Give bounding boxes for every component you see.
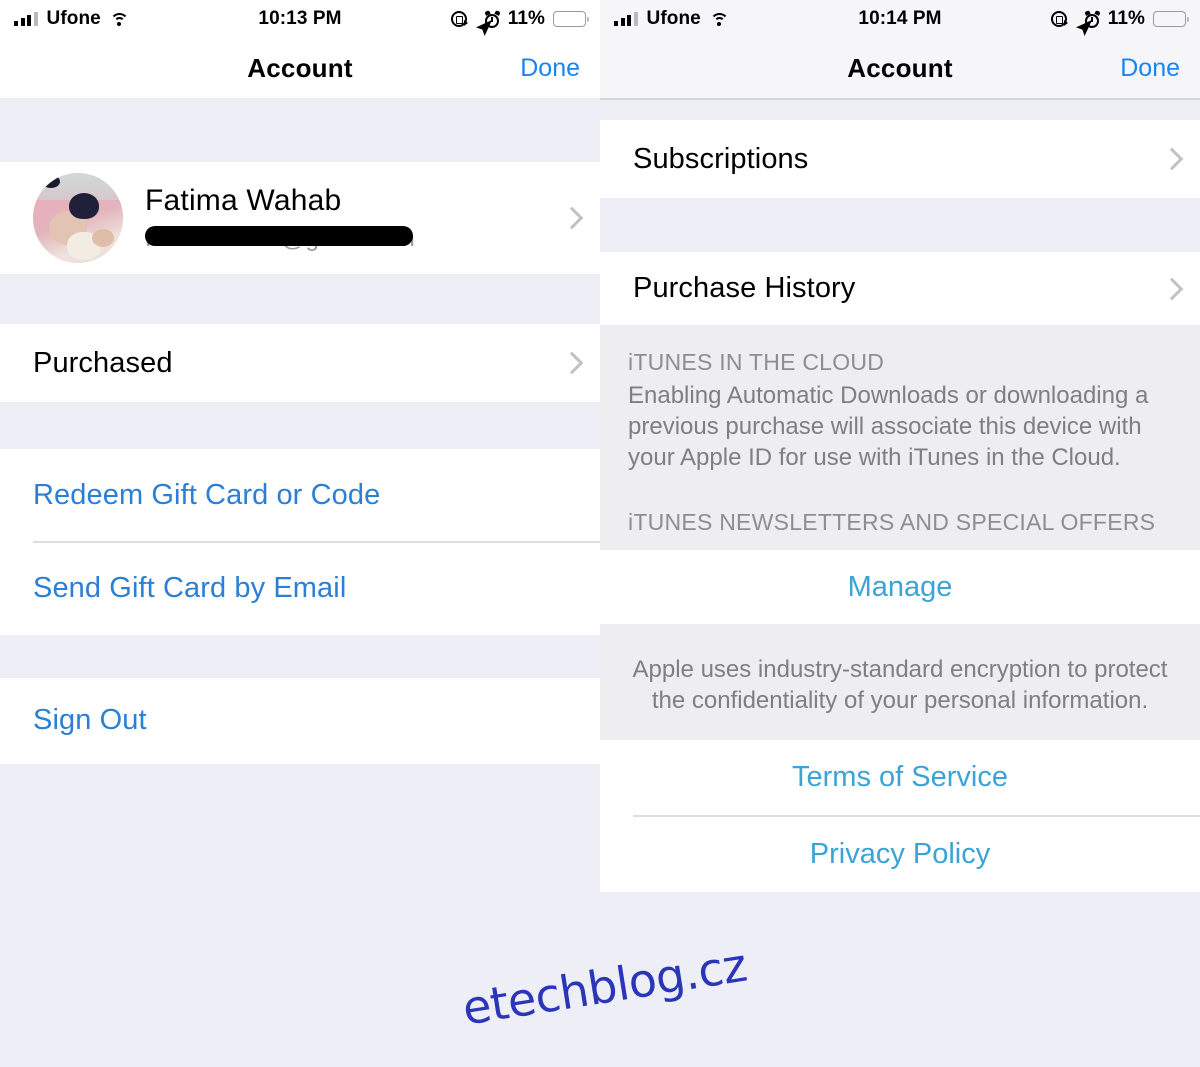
gift-card-group: Redeem Gift Card or Code Send Gift Card … <box>0 449 600 635</box>
account-row[interactable]: Fatima Wahab fatimawahab@gmail.com <box>0 162 600 274</box>
email-redaction-bar <box>145 226 413 246</box>
chevron-right-icon <box>1160 147 1184 171</box>
done-button[interactable]: Done <box>1120 54 1180 83</box>
page-title: Account <box>847 52 953 83</box>
row-label: Purchase History <box>633 272 856 304</box>
account-text: Fatima Wahab fatimawahab@gmail.com <box>145 184 415 252</box>
battery-icon <box>1153 11 1190 27</box>
page-title: Account <box>247 52 353 83</box>
row-label: Redeem Gift Card or Code <box>33 478 381 511</box>
status-bar-right: Ufone 10:14 PM 11% <box>600 0 1200 38</box>
itunes-cloud-section: iTUNES IN THE CLOUD Enabling Automatic D… <box>600 325 1200 479</box>
row-sign-out[interactable]: Sign Out <box>0 678 600 764</box>
rotation-lock-icon <box>450 11 468 27</box>
row-label: Send Gift Card by Email <box>33 572 347 605</box>
chevron-right-icon <box>560 351 584 375</box>
spacer-after-account <box>0 274 600 324</box>
row-manage[interactable]: Manage <box>600 550 1200 624</box>
battery-icon <box>553 11 590 27</box>
wifi-icon <box>109 12 129 26</box>
spacer-after-gift-cards <box>0 634 600 678</box>
itunes-newsletters-section: iTUNES NEWSLETTERS AND SPECIAL OFFERS <box>600 479 1200 550</box>
carrier-label: Ufone <box>646 8 701 29</box>
signal-bars-icon <box>614 12 638 26</box>
terms-of-service-label: Terms of Service <box>792 761 1008 793</box>
nav-bar-right: Account Done <box>600 38 1200 98</box>
row-privacy-policy[interactable]: Privacy Policy <box>600 816 1200 892</box>
battery-percent-label: 11% <box>1107 8 1145 29</box>
row-label: Subscriptions <box>633 142 809 175</box>
account-email-wrap: fatimawahab@gmail.com <box>145 224 415 252</box>
alarm-clock-icon <box>484 9 501 28</box>
purchased-group: Purchased <box>0 324 600 402</box>
section-header-cloud: iTUNES IN THE CLOUD <box>628 349 885 375</box>
manage-label: Manage <box>847 570 953 603</box>
subscriptions-group: Subscriptions <box>600 120 1200 198</box>
section-body-cloud: Enabling Automatic Downloads or download… <box>628 382 1149 471</box>
row-label: Sign Out <box>33 704 147 737</box>
row-terms-of-service[interactable]: Terms of Service <box>600 740 1200 815</box>
account-group: Fatima Wahab fatimawahab@gmail.com <box>0 162 600 274</box>
status-bar-right-group: 11% <box>450 8 590 36</box>
section-header-newsletters: iTUNES NEWSLETTERS AND SPECIAL OFFERS <box>628 509 1156 535</box>
status-bar-left-group: Ufone <box>14 8 129 30</box>
row-purchase-history[interactable]: Purchase History <box>600 252 1200 325</box>
spacer-between-rows <box>600 198 1200 252</box>
row-redeem-gift-card[interactable]: Redeem Gift Card or Code <box>0 449 600 541</box>
row-label: Purchased <box>33 346 173 379</box>
row-subscriptions[interactable]: Subscriptions <box>600 120 1200 198</box>
spacer-top <box>600 100 1200 120</box>
status-bar-right-group: 11% <box>1050 8 1190 36</box>
privacy-policy-label: Privacy Policy <box>809 837 991 870</box>
done-button[interactable]: Done <box>520 54 580 83</box>
left-phone-screen: Ufone 10:13 PM 11% Account Done Fatima W… <box>0 0 600 1067</box>
status-bar-left: Ufone 10:13 PM 11% <box>0 0 600 38</box>
legal-links-group: Terms of Service Privacy Policy <box>600 740 1200 892</box>
carrier-label: Ufone <box>46 8 101 29</box>
sign-out-group: Sign Out <box>0 677 600 764</box>
nav-bar-left: Account Done <box>0 38 600 98</box>
account-name: Fatima Wahab <box>145 184 342 217</box>
chevron-right-icon <box>560 206 584 230</box>
spacer-after-purchased <box>0 402 600 449</box>
battery-percent-label: 11% <box>507 8 545 29</box>
alarm-clock-icon <box>1084 9 1101 28</box>
encryption-note: Apple uses industry-standard encryption … <box>600 624 1200 740</box>
rotation-lock-icon <box>1050 11 1068 27</box>
dual-screenshot-comparison: Ufone 10:13 PM 11% Account Done Fatima W… <box>0 0 1200 1067</box>
user-photo-avatar <box>33 173 123 263</box>
spacer-top <box>0 100 600 162</box>
chevron-right-icon <box>1160 277 1184 300</box>
purchase-history-group: Purchase History <box>600 252 1200 325</box>
row-purchased[interactable]: Purchased <box>0 324 600 402</box>
signal-bars-icon <box>14 12 38 26</box>
wifi-icon <box>709 12 729 26</box>
row-send-gift-card[interactable]: Send Gift Card by Email <box>0 543 600 635</box>
status-bar-left-group: Ufone <box>614 8 729 30</box>
right-phone-screen: Ufone 10:14 PM 11% Account Done Subscrip… <box>600 0 1200 1067</box>
